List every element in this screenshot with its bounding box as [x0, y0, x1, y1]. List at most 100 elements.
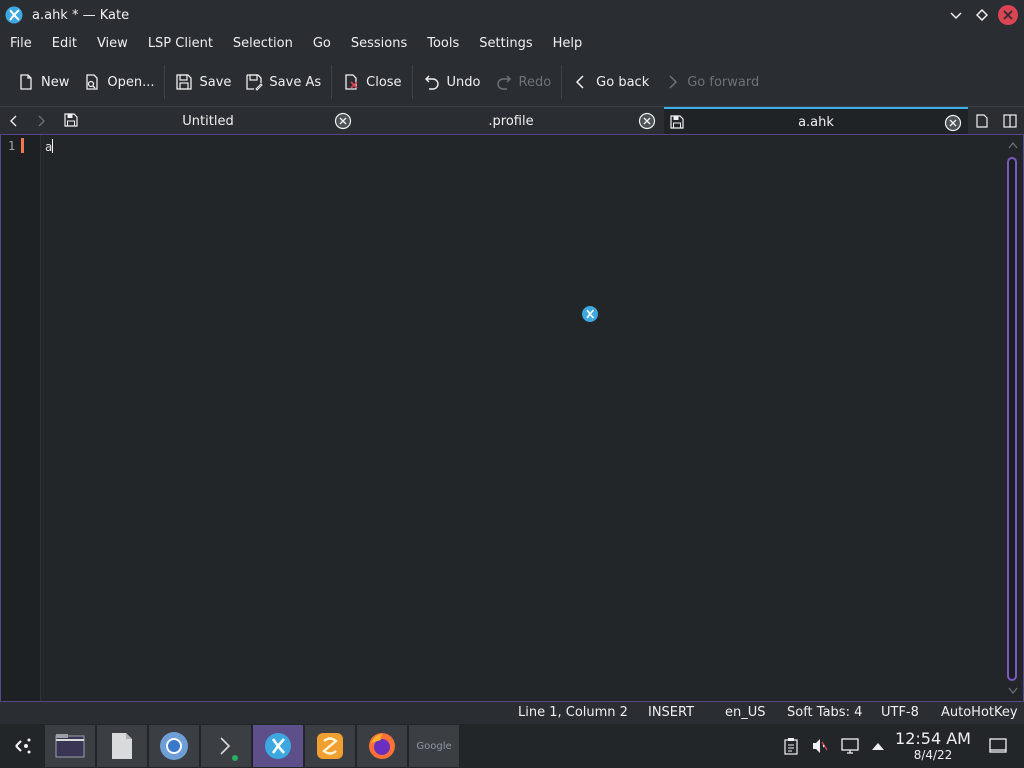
clock-date: 8/4/22 [913, 748, 953, 762]
menu-tools[interactable]: Tools [417, 30, 469, 58]
scroll-down-button[interactable] [1006, 685, 1020, 697]
taskbar-chromium[interactable] [149, 725, 199, 767]
minimize-button[interactable] [946, 5, 966, 25]
taskbar-terminal[interactable] [201, 725, 251, 767]
go-forward-button[interactable]: Go forward [656, 65, 766, 99]
input-mode[interactable]: INSERT [648, 705, 694, 720]
undo-icon [424, 75, 439, 90]
dictionary-language[interactable]: en_US [725, 705, 766, 720]
code-line[interactable]: a [45, 139, 54, 154]
taskbar-firefox[interactable] [357, 725, 407, 767]
chromium-icon [160, 732, 188, 760]
tab-scroll-right-button[interactable] [30, 111, 52, 131]
split-view-button[interactable] [1000, 111, 1020, 131]
kate-icon [5, 6, 23, 24]
scroll-up-button[interactable] [1006, 139, 1020, 151]
menu-lsp-client[interactable]: LSP Client [138, 30, 223, 58]
digital-clock[interactable]: 12:54 AM 8/4/22 [890, 730, 976, 763]
taskbar-kate[interactable] [253, 725, 303, 767]
new-label: New [41, 74, 70, 90]
clipboard-tray-button[interactable] [781, 736, 801, 756]
new-button[interactable]: New [10, 65, 76, 99]
close-label: Close [366, 74, 402, 90]
save-as-button[interactable]: Save As [238, 65, 328, 99]
go-back-button[interactable]: Go back [565, 65, 656, 99]
tab-label: a.ahk [798, 114, 834, 130]
show-desktop-button[interactable] [988, 736, 1008, 756]
undo-label: Undo [446, 74, 481, 90]
modified-line-marker [21, 138, 24, 153]
go-back-label: Go back [596, 74, 650, 90]
minimize-icon [950, 12, 962, 20]
close-tab-icon[interactable] [638, 112, 656, 130]
menu-sessions[interactable]: Sessions [341, 30, 417, 58]
close-document-button[interactable]: Close [335, 65, 408, 99]
open-document-icon [86, 74, 99, 90]
taskbar-google[interactable]: Google [409, 725, 459, 767]
chevron-left-icon [576, 75, 584, 89]
encoding[interactable]: UTF-8 [881, 705, 919, 720]
menu-file[interactable]: File [0, 30, 42, 58]
tab-untitled[interactable]: Untitled [58, 107, 358, 135]
menu-bar: File Edit View LSP Client Selection Go S… [0, 30, 1024, 58]
main-toolbar: New Open... Save Save As Close Undo Redo… [0, 58, 1024, 106]
tab-a-ahk[interactable]: a.ahk [664, 107, 968, 135]
tab-label: Untitled [182, 113, 234, 129]
volume-tray-button[interactable] [810, 736, 830, 756]
chevron-down-icon [1008, 687, 1018, 694]
taskbar-document[interactable] [97, 725, 147, 767]
title-bar: a.ahk * — Kate [0, 0, 1024, 30]
indentation-setting[interactable]: Soft Tabs: 4 [787, 705, 862, 720]
menu-selection[interactable]: Selection [223, 30, 303, 58]
tab-scroll-left-button[interactable] [3, 111, 25, 131]
toolbar-separator [331, 65, 333, 99]
menu-go[interactable]: Go [303, 30, 341, 58]
expand-tray-button[interactable] [868, 736, 888, 756]
application-launcher-icon [15, 738, 31, 754]
save-button[interactable]: Save [168, 65, 238, 99]
syntax-mode[interactable]: AutoHotKey [941, 705, 1018, 720]
status-bar: Line 1, Column 2 INSERT en_US Soft Tabs:… [0, 702, 1024, 724]
vertical-scrollbar[interactable] [1003, 135, 1023, 701]
open-label: Open... [107, 74, 155, 90]
menu-edit[interactable]: Edit [42, 30, 87, 58]
undo-button[interactable]: Undo [416, 65, 488, 99]
terminal-icon [220, 737, 238, 761]
menu-settings[interactable]: Settings [469, 30, 542, 58]
text-cursor [52, 139, 54, 153]
chevron-right-icon [669, 75, 678, 89]
clipboard-icon [784, 738, 798, 755]
chevron-up-icon [1008, 142, 1018, 149]
open-button[interactable]: Open... [76, 65, 161, 99]
scrollbar-thumb[interactable] [1007, 157, 1017, 681]
close-document-icon [345, 74, 358, 90]
go-forward-label: Go forward [687, 74, 760, 90]
volume-muted-icon [813, 739, 828, 753]
close-tab-icon[interactable] [334, 112, 352, 130]
application-launcher-button[interactable] [8, 732, 36, 760]
redo-button[interactable]: Redo [488, 65, 559, 99]
close-window-button[interactable] [998, 5, 1018, 25]
menu-view[interactable]: View [87, 30, 138, 58]
toolbar-separator [164, 65, 166, 99]
maximize-button[interactable] [972, 5, 992, 25]
network-tray-button[interactable] [840, 736, 860, 756]
chevron-right-icon [38, 115, 45, 127]
cursor-position[interactable]: Line 1, Column 2 [518, 705, 628, 720]
taskbar-file-manager[interactable] [45, 725, 95, 767]
close-icon [1003, 10, 1013, 20]
window-title: a.ahk * — Kate [32, 7, 130, 23]
kate-busy-icon [582, 306, 598, 322]
close-tab-icon[interactable] [944, 114, 962, 132]
redo-icon [496, 75, 511, 90]
new-tab-button[interactable] [972, 111, 992, 131]
editor-area[interactable]: 1 a [0, 134, 1024, 702]
tab-label: .profile [488, 113, 534, 129]
taskbar-sublime[interactable] [305, 725, 355, 767]
show-desktop-icon [989, 738, 1007, 753]
menu-help[interactable]: Help [543, 30, 593, 58]
network-icon [841, 738, 859, 754]
chevron-left-icon [10, 115, 17, 127]
tab-profile[interactable]: .profile [360, 107, 662, 135]
taskbar: Google 12:54 AM 8/4/22 [0, 724, 1024, 768]
